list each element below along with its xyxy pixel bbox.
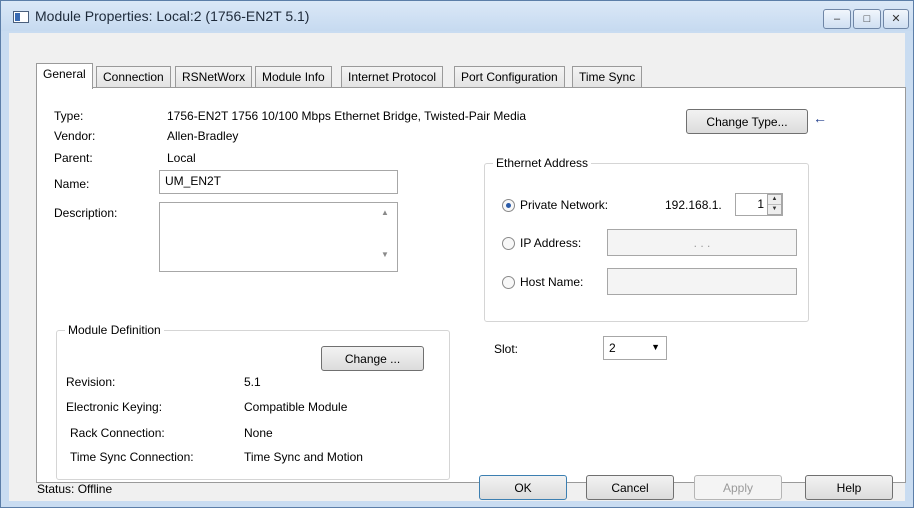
vendor-label: Vendor: (54, 129, 96, 143)
minimize-button[interactable]: – (823, 9, 851, 29)
parent-value: Local (167, 151, 196, 165)
electronic-keying-label: Electronic Keying: (66, 400, 163, 414)
slot-select[interactable]: 2 ▼ (603, 336, 667, 360)
minimize-icon: – (833, 12, 841, 25)
change-type-button[interactable]: Change Type... (686, 109, 808, 134)
description-label: Description: (54, 206, 118, 220)
tab-connection[interactable]: Connection (96, 66, 171, 88)
slot-value: 2 (609, 341, 616, 355)
private-network-prefix: 192.168.1. (665, 198, 722, 212)
module-definition-group: Module Definition Change ... Revision: 5… (56, 323, 450, 480)
ethernet-address-title: Ethernet Address (493, 156, 592, 170)
revision-label: Revision: (66, 375, 116, 389)
description-field[interactable] (159, 202, 398, 272)
ok-button[interactable]: OK (479, 475, 567, 500)
status-bar: Status: Offline OK Cancel Apply Help (9, 475, 905, 501)
spinner-up-icon[interactable]: ▲ (768, 195, 781, 205)
ethernet-address-group: Ethernet Address Private Network: 192.16… (484, 156, 809, 322)
revision-value: 5.1 (244, 375, 261, 389)
spinner-down-icon[interactable]: ▼ (768, 205, 781, 214)
module-properties-window: Module Properties: Local:2 (1756-EN2T 5.… (0, 0, 914, 508)
time-sync-connection-value: Time Sync and Motion (244, 450, 363, 464)
host-name-field[interactable] (607, 268, 797, 295)
private-network-radio[interactable] (502, 199, 515, 212)
tab-general[interactable]: General (36, 63, 93, 89)
time-sync-connection-label: Time Sync Connection: (70, 450, 194, 464)
tab-time-sync[interactable]: Time Sync (572, 66, 643, 88)
rack-connection-value: None (244, 426, 273, 440)
tab-internet-protocol[interactable]: Internet Protocol (341, 66, 444, 88)
host-name-radio[interactable] (502, 276, 515, 289)
description-scroll-down-icon[interactable]: ▼ (381, 250, 389, 259)
close-button[interactable]: ✕ (883, 9, 909, 29)
tab-port-configuration[interactable]: Port Configuration (454, 66, 565, 88)
electronic-keying-value: Compatible Module (244, 400, 348, 414)
ip-address-radio[interactable] (502, 237, 515, 250)
dropdown-arrow-icon: ▼ (651, 342, 660, 352)
rack-connection-label: Rack Connection: (70, 426, 165, 440)
type-value: 1756-EN2T 1756 10/100 Mbps Ethernet Brid… (167, 109, 527, 123)
name-field[interactable]: UM_EN2T (159, 170, 398, 194)
maximize-icon: □ (863, 12, 871, 25)
private-network-label: Private Network: (520, 198, 609, 212)
help-button[interactable]: Help (805, 475, 893, 500)
octet-spinner[interactable]: ▲ ▼ (767, 194, 782, 215)
apply-button[interactable]: Apply (694, 475, 782, 500)
description-scroll-up-icon[interactable]: ▲ (381, 208, 389, 217)
slot-label: Slot: (494, 342, 519, 356)
module-definition-title: Module Definition (65, 323, 164, 337)
cancel-button[interactable]: Cancel (586, 475, 674, 500)
tab-rsnetworx[interactable]: RSNetWorx (175, 66, 253, 88)
parent-label: Parent: (54, 151, 93, 165)
vendor-value: Allen-Bradley (167, 129, 239, 143)
type-label: Type: (54, 109, 84, 123)
close-icon: ✕ (891, 12, 901, 25)
ip-address-field[interactable]: . . . (607, 229, 797, 256)
host-name-label: Host Name: (520, 275, 584, 289)
window-app-icon (13, 11, 29, 23)
ip-address-label: IP Address: (520, 236, 582, 250)
name-label: Name: (54, 177, 90, 191)
title-bar[interactable]: Module Properties: Local:2 (1756-EN2T 5.… (1, 1, 913, 31)
window-title: Module Properties: Local:2 (1756-EN2T 5.… (35, 8, 310, 24)
general-tab-panel: Type: 1756-EN2T 1756 10/100 Mbps Etherne… (36, 87, 906, 483)
arrow-left-icon: ← (813, 110, 827, 126)
tab-module-info[interactable]: Module Info (255, 66, 332, 88)
maximize-button[interactable]: □ (853, 9, 881, 29)
status-text: Status: Offline (37, 482, 113, 496)
dialog-client-area: General Connection RSNetWorx Module Info… (9, 33, 906, 501)
change-definition-button[interactable]: Change ... (321, 346, 424, 371)
